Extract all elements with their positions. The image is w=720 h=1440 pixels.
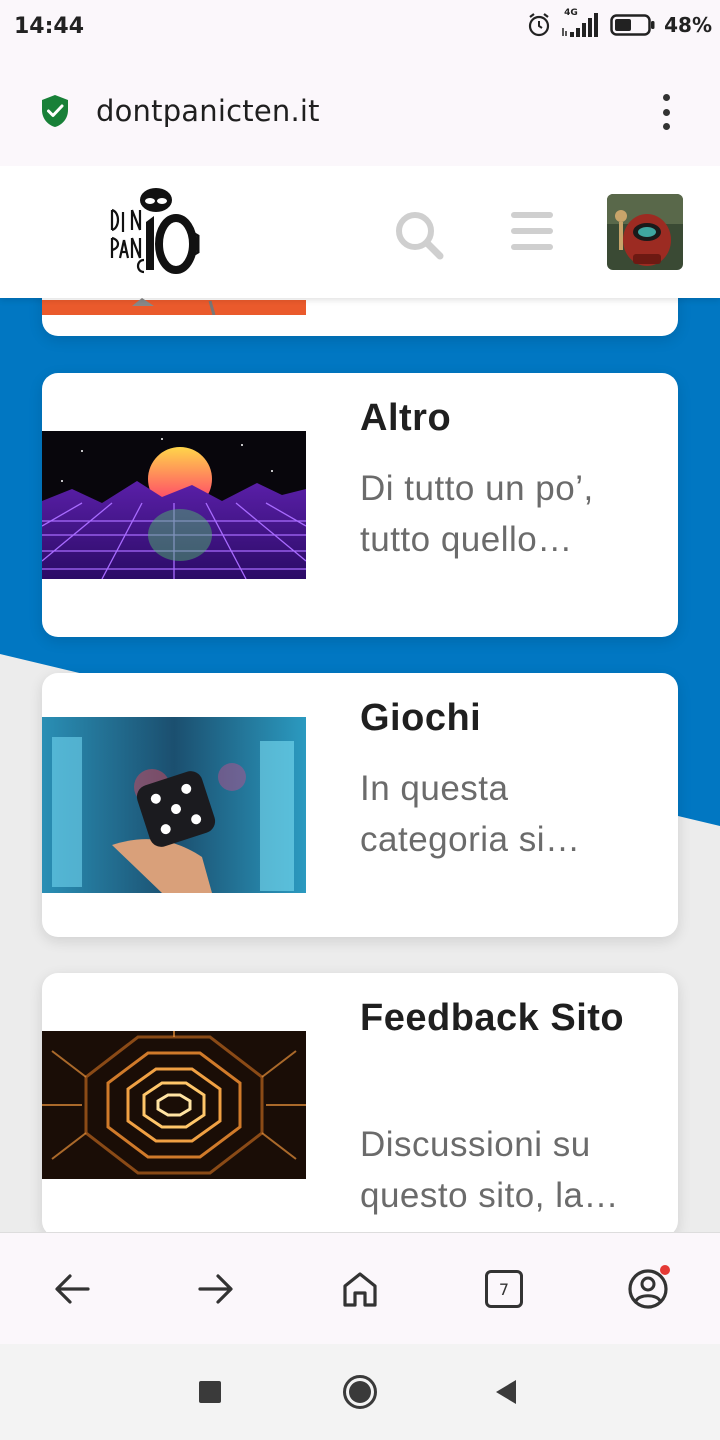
recents-button[interactable] (199, 1381, 221, 1403)
arrow-right-icon (198, 1274, 233, 1304)
system-nav-bar (0, 1344, 720, 1440)
back-button[interactable] (50, 1267, 94, 1311)
category-card[interactable]: Giochi In questa categoria si… (42, 673, 678, 937)
browser-bottom-nav: 7 (0, 1232, 720, 1344)
battery-icon (610, 14, 655, 36)
status-time: 14:44 (14, 14, 85, 39)
arrow-left-icon (55, 1274, 90, 1304)
card-title[interactable]: Giochi (360, 690, 660, 746)
card-description: Discussioni su questo sito, la… (360, 1125, 619, 1215)
home-icon (343, 1272, 377, 1307)
signal-icon: 4G (560, 8, 602, 38)
search-icon[interactable] (394, 210, 444, 260)
url-text[interactable]: dontpanicten.it (96, 94, 320, 128)
tabs-button[interactable]: 7 (482, 1267, 526, 1311)
tab-count: 7 (485, 1270, 523, 1308)
card-title[interactable]: Altro (360, 390, 660, 446)
notification-dot (660, 1265, 670, 1275)
card-description: Di tutto un po’, tutto quello… (360, 469, 594, 559)
more-vert-icon[interactable] (658, 94, 674, 130)
card-title[interactable]: Feedback Sito (360, 990, 660, 1046)
shield-check-icon[interactable] (40, 94, 70, 128)
back-triangle-icon[interactable] (494, 1379, 518, 1405)
card-image (42, 431, 306, 579)
home-button[interactable] (338, 1267, 382, 1311)
site-header (0, 166, 720, 298)
battery-percent: 48% (664, 13, 712, 37)
category-card[interactable]: Feedback Sito Discussioni su questo sito… (42, 973, 678, 1232)
card-image (42, 1031, 306, 1179)
status-bar: 14:44 4G 48% (0, 0, 720, 56)
home-circle-icon[interactable] (342, 1374, 378, 1410)
alarm-icon (529, 13, 550, 37)
account-button[interactable] (626, 1265, 670, 1311)
site-logo[interactable] (106, 186, 202, 278)
avatar[interactable] (607, 194, 683, 270)
forward-button[interactable] (194, 1267, 238, 1311)
card-image (42, 717, 306, 893)
card-description: In questa categoria si… (360, 769, 581, 859)
url-bar[interactable]: dontpanicten.it (0, 56, 720, 166)
category-card[interactable]: Altro Di tutto un po’, tutto quello… (42, 373, 678, 637)
hamburger-icon[interactable] (511, 212, 553, 250)
page-viewport[interactable]: Altro Di tutto un po’, tutto quello… Gio… (0, 166, 720, 1232)
status-icons: 4G 48% (526, 8, 712, 38)
